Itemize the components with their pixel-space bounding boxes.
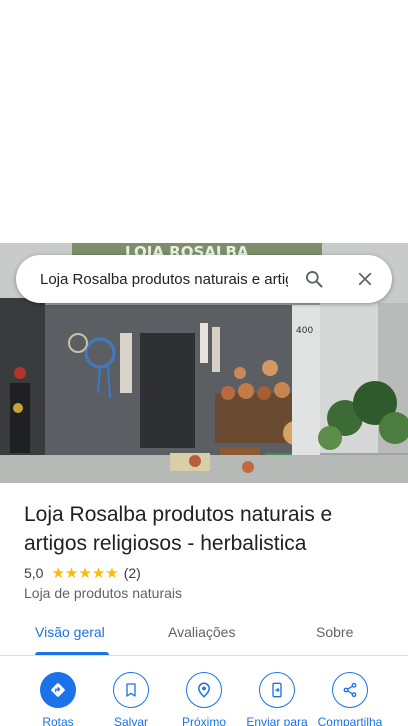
rating-row[interactable]: 5,0 ★ ★ ★ ★ ★ (2) [24, 564, 141, 582]
send-to-phone-label: Enviar para [246, 715, 308, 726]
tab-overview[interactable]: Visão geral [35, 624, 105, 640]
directions-icon [40, 672, 76, 708]
star-rating: ★ ★ ★ ★ ★ [51, 566, 118, 581]
map-blank-area [0, 0, 408, 243]
search-icon[interactable] [302, 267, 326, 291]
rating-value: 5,0 [24, 565, 44, 581]
review-count[interactable]: (2) [124, 565, 141, 581]
action-buttons: Rotas Salvar Próximo Enviar para Compart… [0, 672, 408, 726]
nearby-label: Próximo [181, 715, 226, 726]
bookmark-icon [113, 672, 149, 708]
share-button[interactable]: Compartilha [305, 672, 395, 726]
nearby-icon [186, 672, 222, 708]
send-to-phone-icon [259, 672, 295, 708]
search-input[interactable] [40, 270, 288, 288]
place-panel: Loja Rosalba produtos naturais e artigos… [0, 483, 408, 726]
star-icon: ★ [64, 564, 79, 582]
place-category[interactable]: Loja de produtos naturais [24, 585, 182, 601]
star-icon: ★ [51, 564, 65, 582]
place-title: Loja Rosalba produtos naturais e artigos… [24, 503, 333, 555]
active-tab-indicator [35, 652, 109, 655]
save-label: Salvar [113, 715, 148, 726]
close-icon[interactable] [353, 267, 377, 291]
star-icon: ★ [78, 564, 92, 582]
directions-label: Rotas [42, 715, 74, 726]
tab-bar: Visão geral Avaliações Sobre [0, 616, 408, 656]
tab-about[interactable]: Sobre [316, 624, 353, 640]
share-icon [332, 672, 368, 708]
door-number: 400 [296, 326, 313, 336]
star-icon: ★ [91, 564, 106, 582]
star-icon: ★ [105, 564, 119, 582]
tab-reviews[interactable]: Avaliações [168, 624, 235, 640]
share-label: Compartilha [317, 715, 383, 726]
search-bar[interactable] [16, 255, 392, 303]
